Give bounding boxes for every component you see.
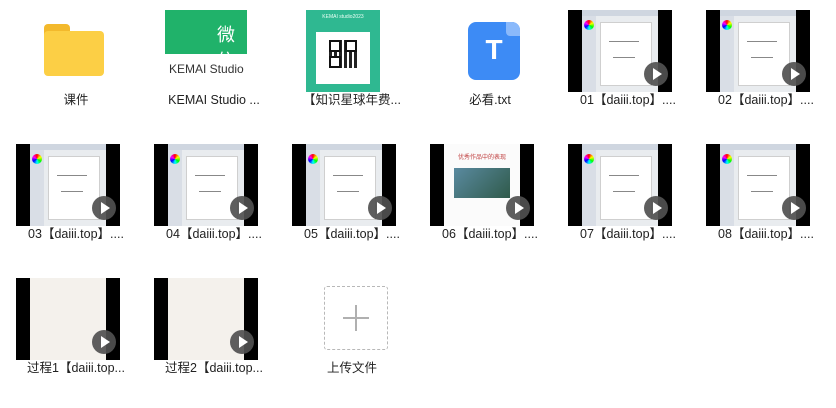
file-item[interactable]: 过程2【daiii.top... (154, 268, 274, 393)
file-thumbnail (154, 134, 274, 226)
file-thumbnail: T (430, 0, 550, 92)
file-item[interactable]: T 必看.txt (430, 0, 550, 125)
play-icon (644, 196, 668, 220)
upload-file-button[interactable]: 上传文件 (292, 268, 412, 393)
file-item[interactable]: 02【daiii.top】.... (706, 0, 826, 125)
file-name: KEMAI Studio ... (168, 93, 260, 107)
play-icon (506, 196, 530, 220)
file-item[interactable]: 过程1【daiii.top... (16, 268, 136, 393)
file-item[interactable]: KEMAI studio2023 【知识星球年费... (292, 0, 412, 125)
file-name: 【知识星球年费... (303, 93, 401, 107)
play-icon (782, 196, 806, 220)
file-item[interactable]: 05【daiii.top】.... (292, 134, 412, 259)
file-name: 03【daiii.top】.... (28, 227, 124, 241)
file-item[interactable]: 01【daiii.top】.... (568, 0, 688, 125)
file-thumbnail (568, 134, 688, 226)
video-thumbnail (154, 144, 258, 226)
play-icon (92, 330, 116, 354)
video-thumbnail (154, 278, 258, 360)
video-thumbnail (568, 144, 672, 226)
play-icon (368, 196, 392, 220)
play-icon (230, 196, 254, 220)
file-thumbnail (292, 134, 412, 226)
play-icon (782, 62, 806, 86)
file-name: 必看.txt (469, 93, 511, 107)
file-thumbnail: 优秀作品中的表现 (430, 134, 550, 226)
video-thumbnail (292, 144, 396, 226)
video-thumbnail (568, 10, 672, 92)
file-item[interactable]: 课件 (16, 0, 136, 125)
file-thumbnail (16, 268, 136, 360)
file-item[interactable]: 07【daiii.top】.... (568, 134, 688, 259)
play-icon (230, 330, 254, 354)
video-thumbnail (706, 10, 810, 92)
file-item[interactable]: 优秀作品中的表现 06【daiii.top】.... (430, 134, 550, 259)
file-name: 02【daiii.top】.... (718, 93, 814, 107)
file-thumbnail (706, 0, 826, 92)
play-icon (92, 196, 116, 220)
file-thumbnail (16, 0, 136, 92)
file-name: 01【daiii.top】.... (580, 93, 676, 107)
file-name: 06【daiii.top】.... (442, 227, 538, 241)
file-name: 过程2【daiii.top... (165, 361, 263, 375)
qr-code-thumbnail: KEMAI studio2023 (306, 10, 380, 92)
txt-file-icon: T (468, 22, 520, 80)
video-thumbnail (706, 144, 810, 226)
file-name: 08【daiii.top】.... (718, 227, 814, 241)
file-thumbnail: KEMAI studio2023 (292, 0, 412, 92)
play-icon (644, 62, 668, 86)
wechat-image-thumbnail: 微信 KEMAI Studio (165, 10, 247, 92)
file-item[interactable]: 04【daiii.top】.... (154, 134, 274, 259)
file-thumbnail (568, 0, 688, 92)
file-thumbnail (154, 268, 274, 360)
file-item[interactable]: 微信 KEMAI Studio KEMAI Studio ... (154, 0, 274, 125)
video-thumbnail: 优秀作品中的表现 (430, 144, 534, 226)
video-thumbnail (16, 144, 120, 226)
video-thumbnail (16, 278, 120, 360)
file-name: 04【daiii.top】.... (166, 227, 262, 241)
file-thumbnail (706, 134, 826, 226)
folder-icon (44, 24, 104, 76)
file-name: 05【daiii.top】.... (304, 227, 400, 241)
plus-icon (324, 286, 388, 350)
file-thumbnail (16, 134, 136, 226)
file-name: 07【daiii.top】.... (580, 227, 676, 241)
file-name: 课件 (63, 93, 89, 107)
file-item[interactable]: 03【daiii.top】.... (16, 134, 136, 259)
file-item[interactable]: 08【daiii.top】.... (706, 134, 826, 259)
file-name: 过程1【daiii.top... (27, 361, 125, 375)
upload-label: 上传文件 (326, 361, 377, 375)
file-thumbnail: 微信 KEMAI Studio (154, 0, 274, 92)
